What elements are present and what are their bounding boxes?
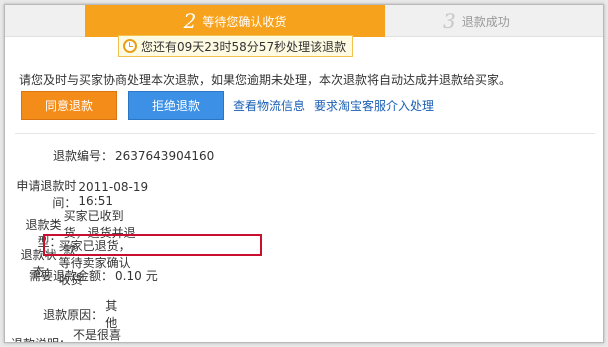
detail-label: 申请退款时间： [16, 179, 77, 210]
refuse-refund-button[interactable]: 拒绝退款 [128, 91, 224, 120]
detail-value: 2011-08-19 16:51 [78, 180, 149, 208]
request-service-link[interactable]: 要求淘宝客服介入处理 [314, 97, 434, 114]
action-bar: 同意退款 拒绝退款 查看物流信息 要求淘宝客服介入处理 [21, 91, 434, 120]
divider [15, 133, 595, 134]
agree-refund-button[interactable]: 同意退款 [21, 91, 117, 120]
status-highlight-box [43, 234, 262, 256]
detail-refund-amount: 需要退款金额： 0.10 元 [5, 267, 158, 284]
detail-value: 不是很喜欢，想退货 [73, 328, 122, 342]
detail-label: 退款说明： [5, 335, 71, 343]
detail-apply-time: 申请退款时间： 2011-08-19 16:51 [5, 177, 150, 211]
notice-text: 请您及时与买家协商处理本次退款，如果您逾期未处理，本次退款将自动达成并退款给买家… [19, 73, 512, 87]
step-current: 2 等待您确认收货 [85, 5, 385, 37]
step-current-number: 2 [183, 9, 197, 33]
detail-label: 退款编号： [52, 149, 113, 163]
clock-icon [123, 39, 137, 53]
detail-label: 需要退款金额： [28, 269, 113, 283]
detail-refund-note: 退款说明： 不是很喜欢，想退货 [5, 326, 139, 343]
step-next: 3 退款成功 [443, 5, 510, 37]
view-logistics-link[interactable]: 查看物流信息 [233, 97, 305, 114]
step-next-number: 3 [443, 9, 456, 33]
refund-amount-value: 0.10 [115, 268, 142, 283]
countdown-timer: 您还有09天23时58分57秒处理该退款 [118, 35, 354, 57]
detail-refund-id: 退款编号： 2637643904160 [5, 147, 214, 164]
refund-panel: 2 等待您确认收货 3 退款成功 您还有09天23时58分57秒处理该退款 请您… [4, 4, 604, 343]
step-current-label: 等待您确认收货 [202, 14, 287, 29]
step-next-label: 退款成功 [461, 14, 510, 29]
refund-amount-unit: 元 [145, 269, 158, 283]
countdown-text: 您还有09天23时58分57秒处理该退款 [141, 39, 347, 54]
detail-label: 退款原因： [43, 307, 104, 322]
detail-value: 2637643904160 [115, 148, 215, 163]
progress-steps: 2 等待您确认收货 3 退款成功 [5, 5, 603, 37]
